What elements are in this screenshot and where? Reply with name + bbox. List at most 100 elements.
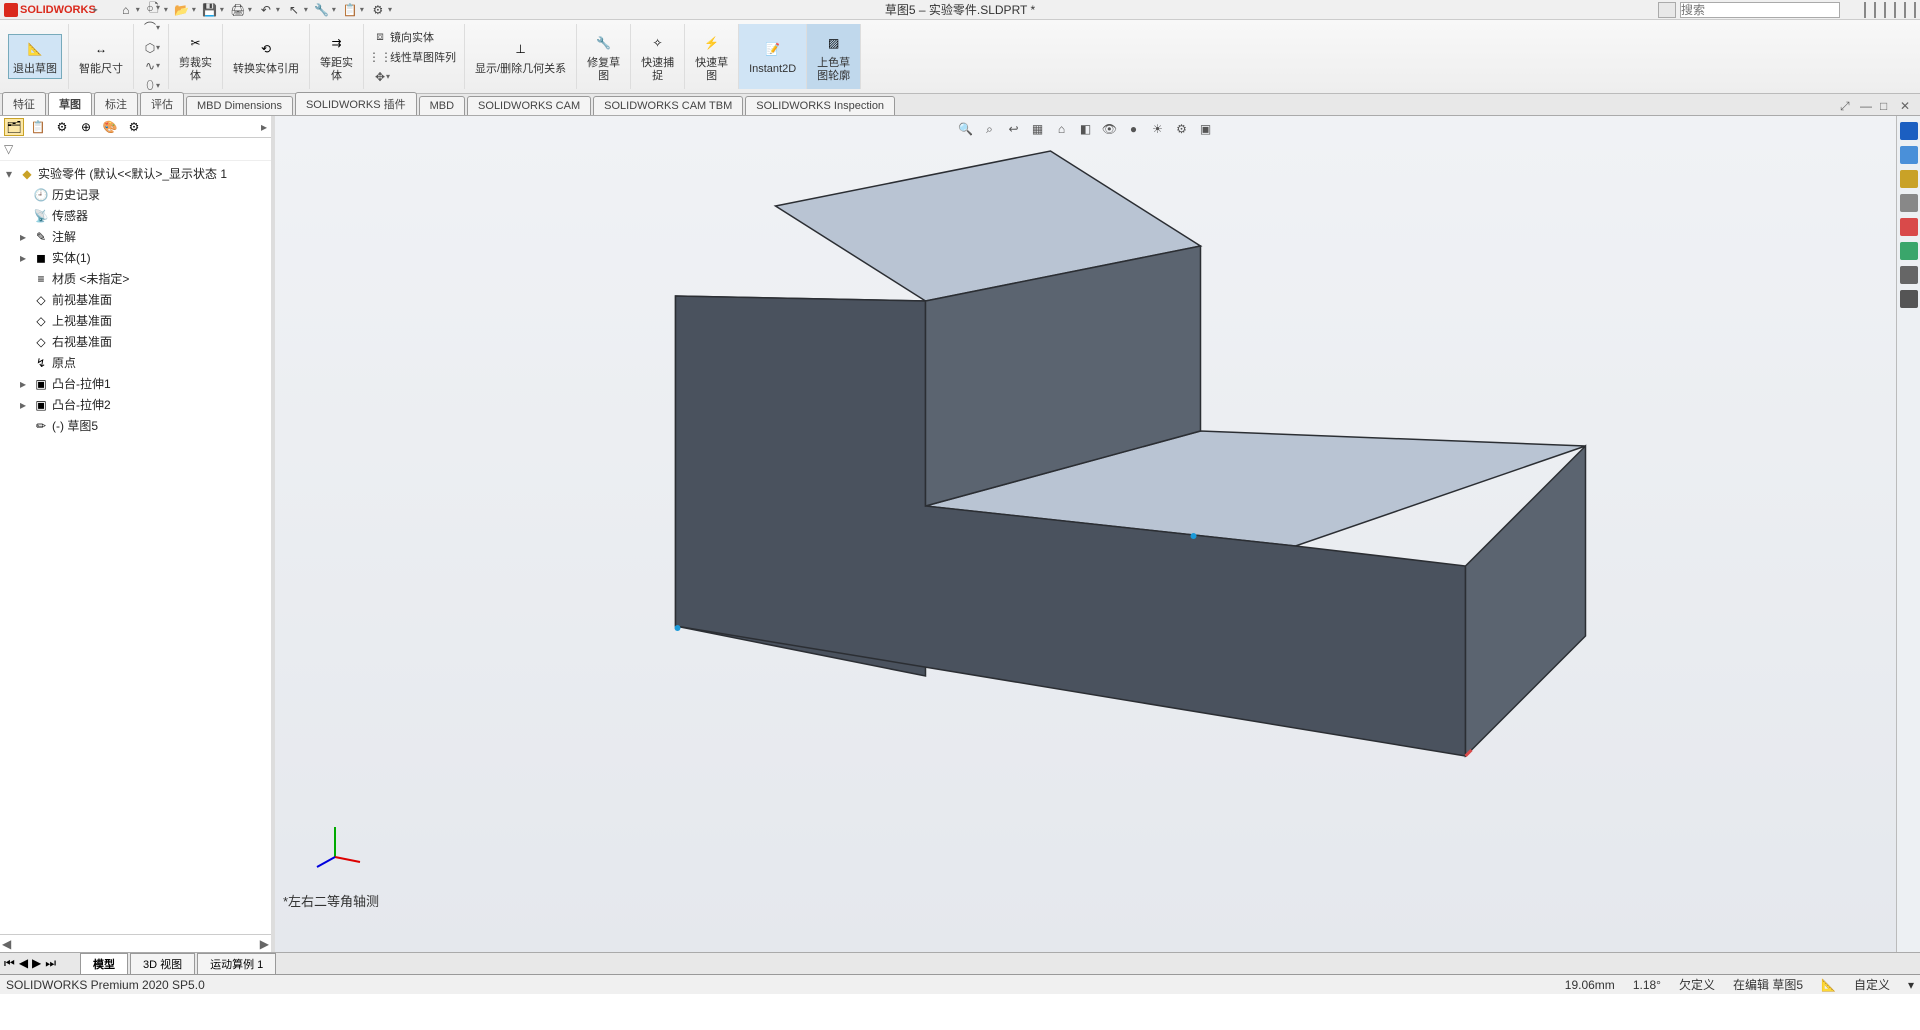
forum-icon[interactable]: [1900, 266, 1918, 284]
tab-last-icon[interactable]: ⏭: [45, 956, 56, 971]
select-icon-dropdown[interactable]: ▾: [304, 5, 308, 14]
status-angle[interactable]: 1.18°: [1633, 978, 1661, 992]
cmd-tab-solidworks-插件[interactable]: SOLIDWORKS 插件: [295, 92, 417, 115]
design-lib-icon[interactable]: [1900, 146, 1918, 164]
graphics-area[interactable]: 🔍⌕↩▦⌂◧👁●☀⚙▣: [275, 116, 1896, 952]
convert-entities-button[interactable]: ⟲ 转换实体引用: [229, 35, 303, 77]
tree-node[interactable]: ▸✎注解: [2, 226, 269, 247]
cmd-tab-特征[interactable]: 特征: [2, 92, 46, 115]
move-entities-button[interactable]: ✥▾: [370, 68, 458, 86]
bottom-tab-运动算例-1[interactable]: 运动算例 1: [197, 953, 276, 975]
rebuild-icon-dropdown[interactable]: ▾: [332, 5, 336, 14]
cmd-tab-solidworks-cam-tbm[interactable]: SOLIDWORKS CAM TBM: [593, 96, 743, 115]
tree-node[interactable]: ◇右视基准面: [2, 331, 269, 352]
cam-icon[interactable]: [1900, 290, 1918, 308]
display-manager-tab[interactable]: 🎨: [100, 118, 120, 136]
home-icon[interactable]: ⌂: [118, 2, 134, 18]
select-icon[interactable]: ↖: [286, 2, 302, 18]
settings-icon[interactable]: ⚙: [370, 2, 386, 18]
expand-icon[interactable]: ▸: [20, 251, 30, 265]
tree-node[interactable]: ◇前视基准面: [2, 289, 269, 310]
view-palette-icon[interactable]: [1900, 194, 1918, 212]
expand-icon[interactable]: ▸: [20, 230, 30, 244]
settings-icon-dropdown[interactable]: ▾: [388, 5, 392, 14]
config-manager-tab[interactable]: ⚙: [52, 118, 72, 136]
new-icon-dropdown[interactable]: ▾: [164, 5, 168, 14]
status-units-icon[interactable]: 📐: [1821, 978, 1836, 992]
swx-res-icon[interactable]: [1900, 122, 1918, 140]
status-dropdown-icon[interactable]: ▾: [1908, 978, 1914, 992]
expand-icon[interactable]: ▾: [6, 167, 16, 181]
appearances-icon[interactable]: [1900, 218, 1918, 236]
tree-node[interactable]: 📡传感器: [2, 205, 269, 226]
command-search-input[interactable]: [1680, 2, 1840, 18]
bottom-tab-模型[interactable]: 模型: [80, 953, 128, 975]
open-icon-dropdown[interactable]: ▾: [192, 5, 196, 14]
dimx-tab[interactable]: ⊕: [76, 118, 96, 136]
cam-tree-tab[interactable]: ⚙: [124, 118, 144, 136]
tab-next-icon[interactable]: ▶: [32, 956, 41, 971]
print-icon[interactable]: 🖨: [230, 2, 246, 18]
expand-icon[interactable]: ▸: [20, 377, 30, 391]
open-icon[interactable]: 📂: [174, 2, 190, 18]
custom-props-icon[interactable]: [1900, 242, 1918, 260]
tree-filter[interactable]: ▽: [0, 138, 271, 161]
window-expand-icon[interactable]: ⤢: [1840, 99, 1856, 115]
panel-more-icon[interactable]: ▸: [261, 120, 267, 134]
file-explorer-icon[interactable]: [1900, 170, 1918, 188]
cmd-search-toggle[interactable]: [1658, 2, 1676, 18]
instant2d-button[interactable]: 📝 Instant2D: [745, 35, 800, 77]
tree-node[interactable]: ≡材质 <未指定>: [2, 268, 269, 289]
smart-dimension-button[interactable]: ↔ 智能尺寸: [75, 35, 127, 77]
cmd-tab-solidworks-cam[interactable]: SOLIDWORKS CAM: [467, 96, 591, 115]
status-definition[interactable]: 欠定义: [1679, 976, 1715, 993]
print-icon-dropdown[interactable]: ▾: [248, 5, 252, 14]
rebuild-icon[interactable]: 🔧: [314, 2, 330, 18]
mirror-entities-button[interactable]: ⧈镜向实体: [370, 28, 458, 46]
undo-icon[interactable]: ↶: [258, 2, 274, 18]
scroll-right-icon[interactable]: ▶: [260, 937, 269, 951]
view-triad[interactable]: [315, 822, 365, 872]
bottom-tab-3D-视图[interactable]: 3D 视图: [130, 953, 195, 975]
recent-docs-dropdown[interactable]: ▸: [94, 5, 98, 14]
repair-sketch-button[interactable]: 🔧 修复草 图: [583, 29, 624, 83]
tree-node[interactable]: ▸▣凸台-拉伸1: [2, 373, 269, 394]
status-custom[interactable]: 自定义: [1854, 976, 1890, 993]
tree-node[interactable]: 🕘历史记录: [2, 184, 269, 205]
rapid-sketch-button[interactable]: ⚡ 快速草 图: [691, 29, 732, 83]
cmd-tab-mbd-dimensions[interactable]: MBD Dimensions: [186, 96, 293, 115]
cmd-tab-mbd[interactable]: MBD: [419, 96, 465, 115]
window-min-icon[interactable]: —: [1860, 99, 1876, 115]
linear-pattern-button[interactable]: ⋮⋮线性草图阵列: [370, 48, 458, 66]
window-tile-2[interactable]: [1884, 2, 1896, 18]
tree-node[interactable]: ▸▣凸台-拉伸2: [2, 394, 269, 415]
tree-root-node[interactable]: ▾ ◆ 实验零件 (默认<<默认>_显示状态 1: [2, 163, 269, 184]
window-tile-1[interactable]: [1864, 2, 1876, 18]
window-tile-3[interactable]: [1904, 2, 1916, 18]
window-close-icon[interactable]: ✕: [1900, 99, 1916, 115]
property-manager-tab[interactable]: 📋: [28, 118, 48, 136]
circle-tool[interactable]: ○▾: [140, 0, 162, 17]
tab-prev-icon[interactable]: ◀: [19, 956, 28, 971]
trim-entities-button[interactable]: ✂ 剪裁实 体: [175, 29, 216, 83]
spline-tool[interactable]: ∿▾: [140, 57, 162, 75]
quick-snaps-button[interactable]: ✧ 快速捕 捉: [637, 29, 678, 83]
offset-entities-button[interactable]: ⇉ 等距实 体: [316, 29, 357, 83]
status-length[interactable]: 19.06mm: [1565, 978, 1615, 992]
exit-sketch-button[interactable]: 📐 退出草图: [8, 34, 62, 78]
shaded-contour-button[interactable]: ▨ 上色草 图轮廓: [813, 29, 854, 83]
tree-node[interactable]: ◇上视基准面: [2, 310, 269, 331]
options-icon[interactable]: 📋: [342, 2, 358, 18]
arc-tool[interactable]: ⌒▾: [140, 19, 162, 37]
tree-node[interactable]: ✏(-) 草图5: [2, 415, 269, 436]
expand-icon[interactable]: ▸: [20, 398, 30, 412]
tab-first-icon[interactable]: ⏮: [4, 956, 15, 971]
tree-node[interactable]: ↯原点: [2, 352, 269, 373]
polygon-tool[interactable]: ⬡▾: [140, 39, 162, 57]
feature-tree-tab[interactable]: 🗂: [4, 118, 24, 136]
tree-node[interactable]: ▸◼实体(1): [2, 247, 269, 268]
cmd-tab-草图[interactable]: 草图: [48, 92, 92, 115]
status-editing[interactable]: 在编辑 草图5: [1733, 976, 1803, 993]
undo-icon-dropdown[interactable]: ▾: [276, 5, 280, 14]
save-icon[interactable]: 💾: [202, 2, 218, 18]
